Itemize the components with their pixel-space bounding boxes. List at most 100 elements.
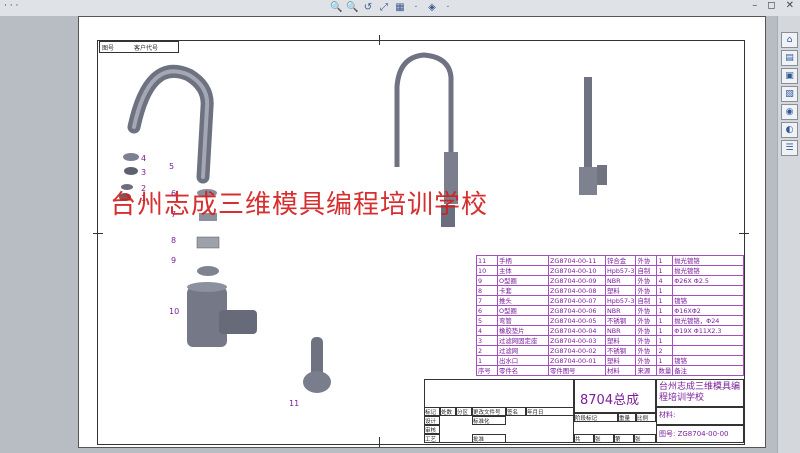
bom-cell: 外协 [635, 335, 658, 346]
bom-cell: 自制 [635, 265, 658, 276]
bom-cell: 8 [476, 285, 498, 296]
bom-cell: 外协 [635, 305, 658, 316]
tb-label: 比例 [636, 413, 656, 422]
callout-10: 10 [169, 307, 180, 316]
minimize-icon[interactable]: – [752, 0, 757, 11]
view-toolbar: 🔍 🔍 ↺ ⤢ ▦ · ◈ · [330, 0, 454, 14]
bom-cell: 镀铬 [672, 295, 745, 306]
bom-cell: 过滤网 [497, 345, 549, 356]
bom-cell: ZG8704-00-10 [548, 265, 606, 276]
view-settings-icon[interactable]: ◈ [426, 2, 438, 13]
callout-11: 11 [289, 399, 300, 408]
bom-cell: 2 [656, 345, 674, 356]
bom-cell: 5 [476, 315, 498, 326]
table-row: 3 过滤网固定座 ZG8704-00-03 塑料 外协 1 [476, 335, 745, 346]
tb-label: 签名 [506, 407, 526, 416]
part-3 [124, 167, 138, 175]
display-style-icon[interactable]: ▦ [394, 2, 406, 13]
tb-label: 重量 [618, 413, 636, 422]
drawing-title: 8704总成 [580, 393, 640, 408]
bom-cell: Φ16XΦ2 [672, 305, 745, 316]
tb-label: 分区 [456, 407, 472, 416]
bom-header-cell: 来源 [635, 365, 658, 376]
task-pane: ⌂ ▤ ▣ ▧ ◉ ◐ ☰ [777, 16, 800, 453]
table-row: 4 橡胶垫片 ZG8704-00-04 NBR 外协 1 Φ19X Φ11X2.3 [476, 325, 745, 336]
bom-cell: NBR [604, 275, 637, 286]
school-name: 台州志成三维模具编程培训学校 [659, 382, 741, 403]
tb-label: 年月日 [526, 407, 574, 416]
bom-cell: 10 [476, 265, 498, 276]
callout-9: 9 [171, 256, 177, 265]
bom-cell: 推头 [497, 295, 549, 306]
bom-cell: ZG8704-00-08 [548, 285, 606, 296]
bom-cell: ZG8704-00-06 [548, 305, 606, 316]
table-row: 5 弯管 ZG8704-00-05 不锈钢 外协 1 抛光镀铬，Φ24 [476, 315, 745, 326]
bom-cell: ZG8704-00-01 [548, 355, 606, 366]
table-row: 11 手柄 ZG8704-00-11 锌合金 外协 1 抛光镀铬 [476, 255, 745, 266]
restore-icon[interactable]: ◻ [767, 0, 775, 11]
bom-cell: 1 [656, 295, 674, 306]
bom-cell: ZG8704-00-02 [548, 345, 606, 356]
callout-5: 5 [169, 162, 175, 171]
tb-label: 更改文件号 [472, 407, 506, 416]
design-library-icon[interactable]: ▣ [781, 68, 798, 84]
tb-label: 处数 [440, 407, 456, 416]
bom-cell: 塑料 [604, 285, 637, 296]
bom-cell: 出水口 [497, 355, 549, 366]
bom-cell: NBR [604, 305, 637, 316]
bom-cell: Hpb57-3 [604, 265, 637, 276]
zoom-fit-icon[interactable]: 🔍 [330, 2, 342, 13]
side-view-lever [597, 165, 607, 185]
part-9 [197, 266, 219, 276]
bom-cell: 3 [476, 335, 498, 346]
previous-view-icon[interactable]: ↺ [362, 2, 374, 13]
appearances-icon[interactable]: ◐ [781, 122, 798, 138]
separator: · [414, 1, 418, 13]
pan-icon[interactable]: ⤢ [378, 2, 390, 13]
title-block: 标记 处数 分区 更改文件号 签名 年月日 设计 标准化 审核 工艺 批准 87… [424, 379, 744, 443]
bom-cell: 主体 [497, 265, 549, 276]
view-palette-icon[interactable]: ◉ [781, 104, 798, 120]
table-row: 1 出水口 ZG8704-00-01 塑料 外协 1 镀铬 [476, 355, 745, 366]
bom-cell: ZG8704-00-05 [548, 315, 606, 326]
bom-cell: 1 [656, 325, 674, 336]
bom-cell: 外协 [635, 315, 658, 326]
window-controls: – ◻ ✕ [752, 0, 794, 11]
table-row: 2 过滤网 ZG8704-00-02 不锈钢 外协 2 [476, 345, 745, 356]
bom-cell: 4 [656, 275, 674, 286]
table-row: 7 推头 ZG8704-00-07 Hpb57-3 自制 1 镀铬 [476, 295, 745, 306]
tb-label: 张 [634, 434, 656, 443]
bom-cell: 外协 [635, 355, 658, 366]
tb-label: 工艺 [424, 434, 440, 443]
table-row: 6 O型圈 ZG8704-00-06 NBR 外协 1 Φ16XΦ2 [476, 305, 745, 316]
bom-cell: 外协 [635, 325, 658, 336]
callout-3: 3 [141, 168, 147, 177]
bom-cell: 7 [476, 295, 498, 306]
bom-cell: 过滤网固定座 [497, 335, 549, 346]
resources-icon[interactable]: ▤ [781, 50, 798, 66]
custom-properties-icon[interactable]: ☰ [781, 140, 798, 156]
bom-cell [672, 345, 745, 356]
bom-cell: 1 [656, 305, 674, 316]
bom-cell: 不锈钢 [604, 315, 637, 326]
bom-cell: 1 [476, 355, 498, 366]
close-icon[interactable]: ✕ [786, 0, 794, 11]
bom-cell: Hpb57-3 [604, 295, 637, 306]
bom-cell: 外协 [635, 255, 658, 266]
file-explorer-icon[interactable]: ▧ [781, 86, 798, 102]
material-label: 材料: [659, 411, 676, 419]
watermark-text: 台州志成三维模具编程培训学校 [110, 190, 489, 220]
bom-cell: 1 [656, 265, 674, 276]
drawing-sheet[interactable]: 图号 客户代号 5 4 3 2 1 6 7 8 9 10 11 11 手柄 ZG87… [78, 16, 766, 448]
bom-cell: 1 [656, 285, 674, 296]
zoom-area-icon[interactable]: 🔍 [346, 2, 358, 13]
tb-label: 张 [594, 434, 614, 443]
home-icon[interactable]: ⌂ [781, 32, 798, 48]
drawing-number: 图号: ZG8704-00-00 [659, 430, 729, 438]
bill-of-materials: 11 手柄 ZG8704-00-11 锌合金 外协 1 抛光镀铬 10 主体 ZG8704-00… [476, 255, 745, 376]
bom-header-cell: 零件图号 [548, 365, 606, 376]
bom-cell: 1 [656, 315, 674, 326]
bom-cell: ZG8704-00-04 [548, 325, 606, 336]
table-row: 9 O型圈 ZG8704-00-09 NBR 外协 4 Φ26X Φ2.5 [476, 275, 745, 286]
bom-cell: 外协 [635, 275, 658, 286]
